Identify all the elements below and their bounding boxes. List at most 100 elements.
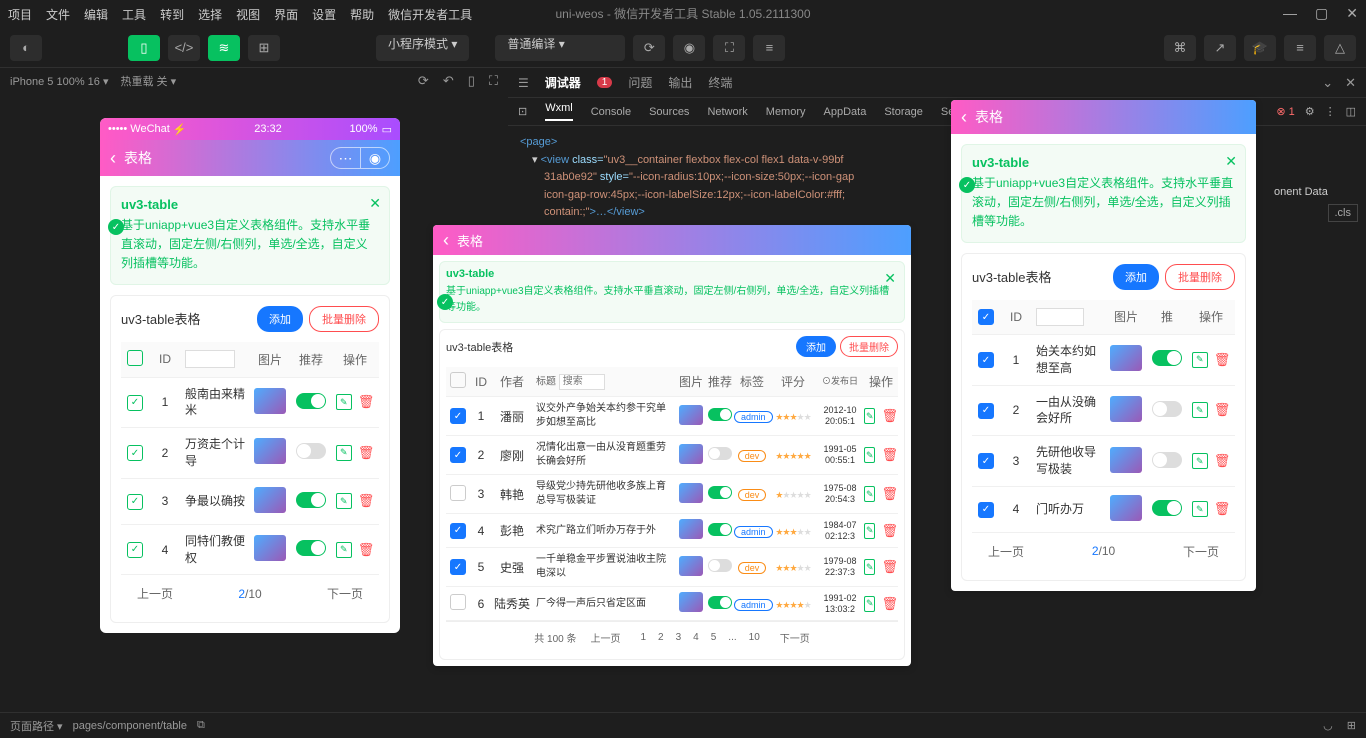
delete-icon[interactable]: 🗑 bbox=[358, 445, 375, 461]
title-search-input[interactable] bbox=[185, 350, 235, 368]
dock-icon[interactable]: ◫ bbox=[1346, 105, 1356, 118]
mode-select[interactable]: 小程序模式 ▾ bbox=[376, 35, 469, 61]
delete-icon[interactable]: 🗑 bbox=[1214, 501, 1231, 517]
edit-icon[interactable]: ✎ bbox=[336, 493, 352, 509]
rec-switch[interactable] bbox=[708, 408, 732, 421]
add-button[interactable]: 添加 bbox=[1113, 264, 1159, 290]
bug2-icon[interactable]: ⛶ bbox=[713, 35, 745, 61]
tab-terminal[interactable]: 终端 bbox=[708, 74, 732, 91]
row-checkbox[interactable]: ✓ bbox=[127, 395, 143, 411]
close-tip-icon[interactable]: ✕ bbox=[369, 195, 381, 212]
tab-storage[interactable]: Storage bbox=[884, 106, 923, 118]
batch-delete-button[interactable]: 批量删除 bbox=[1165, 264, 1235, 290]
prev-page-button[interactable]: 上一页 bbox=[590, 630, 620, 645]
menu-item[interactable]: 转到 bbox=[160, 6, 184, 23]
edit-icon[interactable]: ✎ bbox=[336, 394, 352, 410]
hat-icon[interactable]: 🎓 bbox=[1244, 35, 1276, 61]
menu-item[interactable]: 工具 bbox=[122, 6, 146, 23]
styles-header[interactable]: onent Data bbox=[1274, 186, 1358, 198]
next-page-button[interactable]: 下一页 bbox=[780, 630, 810, 645]
page-number[interactable]: 5 bbox=[711, 632, 717, 643]
delete-icon[interactable]: 🗑 bbox=[881, 408, 898, 424]
rec-switch[interactable] bbox=[708, 447, 732, 460]
target-icon[interactable]: ◉ bbox=[360, 147, 390, 169]
batch-delete-button[interactable]: 批量删除 bbox=[840, 336, 898, 357]
device-select[interactable]: iPhone 5 100% 16 ▾ bbox=[10, 75, 108, 88]
menu-icon[interactable]: ⋯ bbox=[330, 147, 360, 169]
copy-icon[interactable]: ⧉ bbox=[197, 719, 205, 732]
tab-output[interactable]: 输出 bbox=[668, 74, 692, 91]
code-icon[interactable]: </> bbox=[168, 35, 200, 61]
page-number[interactable]: 4 bbox=[693, 632, 699, 643]
error-count[interactable]: ⊗ 1 bbox=[1276, 105, 1294, 118]
delete-icon[interactable]: 🗑 bbox=[1214, 352, 1231, 368]
delete-icon[interactable]: 🗑 bbox=[358, 493, 375, 509]
tab-console[interactable]: Console bbox=[591, 106, 631, 118]
menu-item[interactable]: 视图 bbox=[236, 6, 260, 23]
layout-icon[interactable]: ⊞ bbox=[248, 35, 280, 61]
edit-icon[interactable]: ✎ bbox=[864, 486, 875, 502]
rec-switch[interactable] bbox=[708, 559, 732, 572]
cloud-icon[interactable]: ⌘ bbox=[1164, 35, 1196, 61]
minimize-icon[interactable]: — bbox=[1283, 5, 1297, 22]
edit-icon[interactable]: ✎ bbox=[1192, 453, 1208, 469]
row-checkbox[interactable]: ✓ bbox=[450, 523, 466, 539]
rec-switch[interactable] bbox=[1152, 452, 1182, 468]
prev-page-button[interactable]: 上一页 bbox=[988, 543, 1024, 560]
next-page-button[interactable]: 下一页 bbox=[1183, 543, 1219, 560]
rec-switch[interactable] bbox=[1152, 350, 1182, 366]
edit-icon[interactable]: ✎ bbox=[864, 447, 875, 463]
edit-icon[interactable]: ✎ bbox=[1192, 402, 1208, 418]
delete-icon[interactable]: 🗑 bbox=[881, 486, 898, 502]
tab-problems[interactable]: 问题 bbox=[628, 74, 652, 91]
bug-icon[interactable]: ≋ bbox=[208, 35, 240, 61]
row-checkbox[interactable]: ✓ bbox=[450, 559, 466, 575]
close-tip-icon[interactable]: ✕ bbox=[884, 270, 896, 287]
menu-item[interactable]: 设置 bbox=[312, 6, 336, 23]
refresh-icon[interactable]: ⟳ bbox=[633, 35, 665, 61]
page-number[interactable]: 1 bbox=[640, 632, 646, 643]
delete-icon[interactable]: 🗑 bbox=[358, 542, 375, 558]
delete-icon[interactable]: 🗑 bbox=[358, 394, 375, 410]
delete-icon[interactable]: 🗑 bbox=[881, 559, 898, 575]
screenshot-icon[interactable]: ⛶ bbox=[489, 73, 498, 89]
reload-select[interactable]: 热重载 关 ▾ bbox=[120, 73, 176, 89]
compile-select[interactable]: 普通编译 ▾ bbox=[495, 35, 625, 61]
page-number[interactable]: 2 bbox=[658, 632, 664, 643]
page-number[interactable]: 3 bbox=[676, 632, 682, 643]
select-all-checkbox[interactable] bbox=[450, 372, 466, 388]
page-number[interactable]: ... bbox=[728, 632, 736, 643]
maximize-icon[interactable]: ▢ bbox=[1315, 5, 1328, 22]
stack-icon[interactable]: ≡ bbox=[753, 35, 785, 61]
menu-item[interactable]: 界面 bbox=[274, 6, 298, 23]
grid-icon[interactable]: ⊞ bbox=[1347, 719, 1356, 732]
back-icon[interactable]: ‹ bbox=[961, 107, 967, 128]
row-checkbox[interactable] bbox=[450, 485, 466, 501]
edit-icon[interactable]: ✎ bbox=[336, 542, 352, 558]
tab-debugger[interactable]: 调试器 bbox=[545, 74, 581, 91]
page-number[interactable]: 10 bbox=[749, 632, 760, 643]
close-tip-icon[interactable]: ✕ bbox=[1225, 153, 1237, 170]
row-checkbox[interactable]: ✓ bbox=[450, 408, 466, 424]
inspect-icon[interactable]: ⊡ bbox=[518, 105, 527, 118]
delete-icon[interactable]: 🗑 bbox=[1214, 402, 1231, 418]
add-button[interactable]: 添加 bbox=[796, 336, 836, 357]
row-checkbox[interactable]: ✓ bbox=[450, 447, 466, 463]
row-checkbox[interactable]: ✓ bbox=[978, 502, 994, 518]
tab-appdata[interactable]: AppData bbox=[824, 106, 867, 118]
select-all-checkbox[interactable]: ✓ bbox=[978, 309, 994, 325]
prev-page-button[interactable]: 上一页 bbox=[137, 585, 173, 602]
add-button[interactable]: 添加 bbox=[257, 306, 303, 332]
phone-icon[interactable]: ▯ bbox=[468, 73, 475, 89]
path-label[interactable]: 页面路径 ▾ bbox=[10, 718, 63, 734]
tab-wxml[interactable]: Wxml bbox=[545, 102, 573, 121]
avatar-icon[interactable]: ◐ bbox=[10, 35, 42, 61]
close-icon[interactable]: ✕ bbox=[1346, 5, 1358, 22]
tab-memory[interactable]: Memory bbox=[766, 106, 806, 118]
delete-icon[interactable]: 🗑 bbox=[881, 596, 898, 612]
cls-button[interactable]: .cls bbox=[1328, 204, 1359, 222]
edit-icon[interactable]: ✎ bbox=[864, 408, 875, 424]
row-checkbox[interactable]: ✓ bbox=[978, 352, 994, 368]
row-checkbox[interactable] bbox=[450, 594, 466, 610]
rec-switch[interactable] bbox=[1152, 401, 1182, 417]
